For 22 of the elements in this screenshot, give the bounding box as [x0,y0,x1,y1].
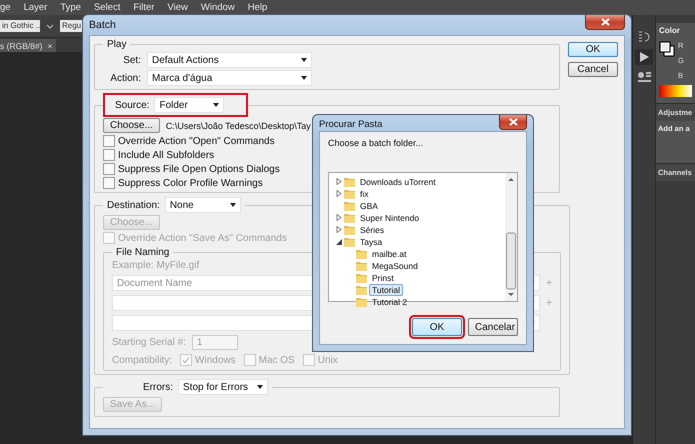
checkbox-label: Include All Subfolders [118,150,214,160]
group-title: File Naming [116,247,170,258]
checkbox-label: Mac OS [258,354,295,366]
checkbox-label: Override Action "Open" Commands [118,136,275,146]
field-label: Action: [109,72,141,84]
field-label: Source: [115,100,150,110]
window-title: Procurar Pasta [319,119,382,130]
group-title: Play [107,39,126,50]
checkbox-label: Suppress File Open Options Dialogs [118,164,280,174]
window-title: Batch [89,19,116,31]
checkbox-label: Unix [318,354,338,366]
checkbox-label: Override Action "Save As" Commands [118,232,287,244]
field-label: Destination: [107,200,160,210]
field-label: Errors: [143,382,173,392]
field-label: Compatibility: [112,354,172,366]
field-label: Set: [122,54,141,66]
checkbox-label: Windows [195,354,236,366]
field-label: Starting Serial #: [112,337,186,348]
example-text: Example: MyFile.gif [112,260,200,271]
checkbox-label: Suppress Color Profile Warnings [118,178,263,188]
folder-path: C:\Users\João Tedesco\Desktop\Tay [166,120,311,130]
prompt-text: Choose a batch folder... [328,138,424,148]
